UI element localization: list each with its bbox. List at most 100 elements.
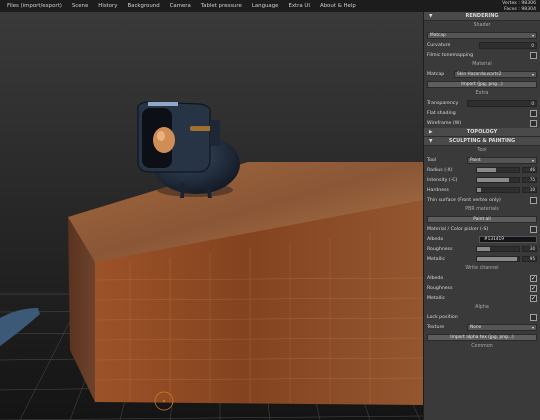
paint-all-row: Paint all — [424, 214, 540, 224]
paint-all-button[interactable]: Paint all — [427, 215, 537, 223]
import-matcap-button[interactable]: Import (jpg, png...) — [427, 80, 537, 88]
menu-extra-ui[interactable]: Extra UI — [283, 3, 314, 9]
filmic-checkbox[interactable] — [530, 51, 537, 59]
wireframe-checkbox[interactable] — [530, 119, 537, 127]
texture-row: Texture None ▾ — [424, 322, 540, 332]
roughness-value[interactable]: 30 — [522, 246, 537, 252]
shader-subheader: Shader — [473, 23, 491, 28]
curvature-label: Curvature — [427, 42, 451, 48]
shader-select[interactable]: Matcap ▾ — [427, 31, 537, 39]
albedo-color-picker[interactable]: #131419 — [479, 235, 537, 243]
roughness-slider[interactable] — [476, 246, 520, 252]
intensity-value[interactable]: 75 — [522, 177, 537, 183]
intensity-row: Intensity (-C) 75 — [424, 175, 540, 185]
matcap-label: Matcap — [427, 71, 445, 77]
chevron-down-icon: ▼ — [429, 13, 433, 19]
3d-viewport[interactable] — [0, 12, 423, 420]
write-roughness-checkbox[interactable]: ✓ — [530, 284, 537, 292]
lock-position-row: Lock position — [424, 312, 540, 322]
intensity-label: Intensity (-C) — [427, 177, 458, 183]
thin-surface-row: Thin surface (Front vertex only) — [424, 195, 540, 205]
import-alpha-row: Import alpha tex (jpg, png...) — [424, 332, 540, 342]
hardness-value[interactable]: 10 — [522, 187, 537, 193]
radius-row: Radius (-X) 46 — [424, 165, 540, 175]
topology-header[interactable]: ▶ TOPOLOGY — [424, 128, 540, 137]
chevron-down-icon: ▾ — [531, 324, 534, 330]
write-albedo-label: Albedo — [427, 275, 444, 281]
tool-label: Tool — [427, 157, 437, 163]
import-matcap-row: Import (jpg, png...) — [424, 79, 540, 89]
menu-camera[interactable]: Camera — [165, 3, 196, 9]
metallic-label: Metallic — [427, 256, 446, 262]
lock-position-label: Lock position — [427, 314, 458, 320]
curvature-row: Curvature 0 — [424, 40, 540, 50]
menu-background[interactable]: Background — [122, 3, 164, 9]
thin-surface-checkbox[interactable] — [530, 196, 537, 204]
chevron-down-icon: ▾ — [531, 157, 534, 163]
metallic-row: Metallic 95 — [424, 254, 540, 264]
radius-slider[interactable] — [476, 167, 520, 173]
filmic-row: Filmic tonemapping — [424, 50, 540, 60]
roughness-row: Roughness 30 — [424, 244, 540, 254]
tool-subheader: Tool — [477, 148, 487, 153]
metallic-slider[interactable] — [476, 256, 520, 262]
transparency-row: Transparency 0 — [424, 98, 540, 108]
albedo-label: Albedo — [427, 236, 444, 242]
hardness-slider[interactable] — [476, 187, 520, 193]
menu-history[interactable]: History — [93, 3, 122, 9]
flat-shading-checkbox[interactable] — [530, 109, 537, 117]
rendering-header[interactable]: ▼ RENDERING — [424, 12, 540, 21]
menu-scene[interactable]: Scene — [67, 3, 93, 9]
shader-row: Matcap ▾ — [424, 30, 540, 40]
write-albedo-checkbox[interactable]: ✓ — [530, 274, 537, 282]
menu-tablet-pressure[interactable]: Tablet pressure — [196, 3, 247, 9]
menu-about-help[interactable]: About & Help — [315, 3, 361, 9]
write-roughness-label: Roughness — [427, 285, 453, 291]
chevron-down-icon: ▾ — [531, 71, 534, 77]
menu-language[interactable]: Language — [247, 3, 284, 9]
alpha-subheader: Alpha — [475, 305, 489, 310]
chevron-down-icon: ▼ — [429, 138, 433, 144]
transparency-label: Transparency — [427, 100, 459, 106]
thin-surface-label: Thin surface (Front vertex only) — [427, 197, 501, 203]
tool-select[interactable]: Paint ▾ — [467, 156, 537, 164]
radius-value[interactable]: 46 — [522, 167, 537, 173]
chevron-down-icon: ▾ — [531, 32, 534, 38]
hardness-label: Hardness — [427, 187, 449, 193]
extra-subheader: Extra — [475, 91, 489, 96]
texture-select[interactable]: None ▾ — [467, 323, 537, 331]
albedo-row: Albedo #131419 — [424, 234, 540, 244]
write-metallic-checkbox[interactable]: ✓ — [530, 294, 537, 302]
common-subheader: Common — [471, 344, 493, 349]
intensity-slider[interactable] — [476, 177, 520, 183]
write-channel-subheader: Write channel — [465, 266, 499, 271]
write-metallic-label: Metallic — [427, 295, 446, 301]
roughness-label: Roughness — [427, 246, 453, 252]
sculpting-header[interactable]: ▼ SCULPTING & PAINTING — [424, 137, 540, 146]
radius-label: Radius (-X) — [427, 167, 453, 173]
material-picker-label: Material / Color picker (-S) — [427, 226, 489, 232]
curvature-input[interactable]: 0 — [479, 41, 537, 49]
wireframe-row: Wireframe (W) — [424, 118, 540, 128]
write-metallic-row: Metallic ✓ — [424, 293, 540, 303]
material-subheader: Material — [472, 62, 492, 67]
chevron-right-icon: ▶ — [429, 129, 433, 135]
transparency-input[interactable]: 0 — [467, 99, 537, 107]
faces-count: Faces : 98304 — [504, 7, 536, 12]
pbr-subheader: PBR materials — [465, 207, 499, 212]
material-picker-row: Material / Color picker (-S) — [424, 224, 540, 234]
flat-shading-label: Flat shading — [427, 110, 456, 116]
material-picker-checkbox[interactable] — [530, 225, 537, 233]
import-alpha-button[interactable]: Import alpha tex (jpg, png...) — [427, 333, 537, 341]
tool-row: Tool Paint ▾ — [424, 155, 540, 165]
hardness-row: Hardness 10 — [424, 185, 540, 195]
lock-position-checkbox[interactable] — [530, 313, 537, 321]
matcap-select[interactable]: Skin Hazardousarts2 ▾ — [454, 70, 537, 78]
side-panel: ▼ RENDERING Shader Matcap ▾ Curvature 0 … — [423, 12, 540, 420]
menu-files[interactable]: Files (import/export) — [0, 3, 67, 9]
write-albedo-row: Albedo ✓ — [424, 273, 540, 283]
texture-label: Texture — [427, 324, 445, 330]
filmic-label: Filmic tonemapping — [427, 52, 474, 58]
metallic-value[interactable]: 95 — [522, 256, 537, 262]
mesh-stats: Vertex : 98306 Faces : 98304 — [502, 1, 536, 13]
